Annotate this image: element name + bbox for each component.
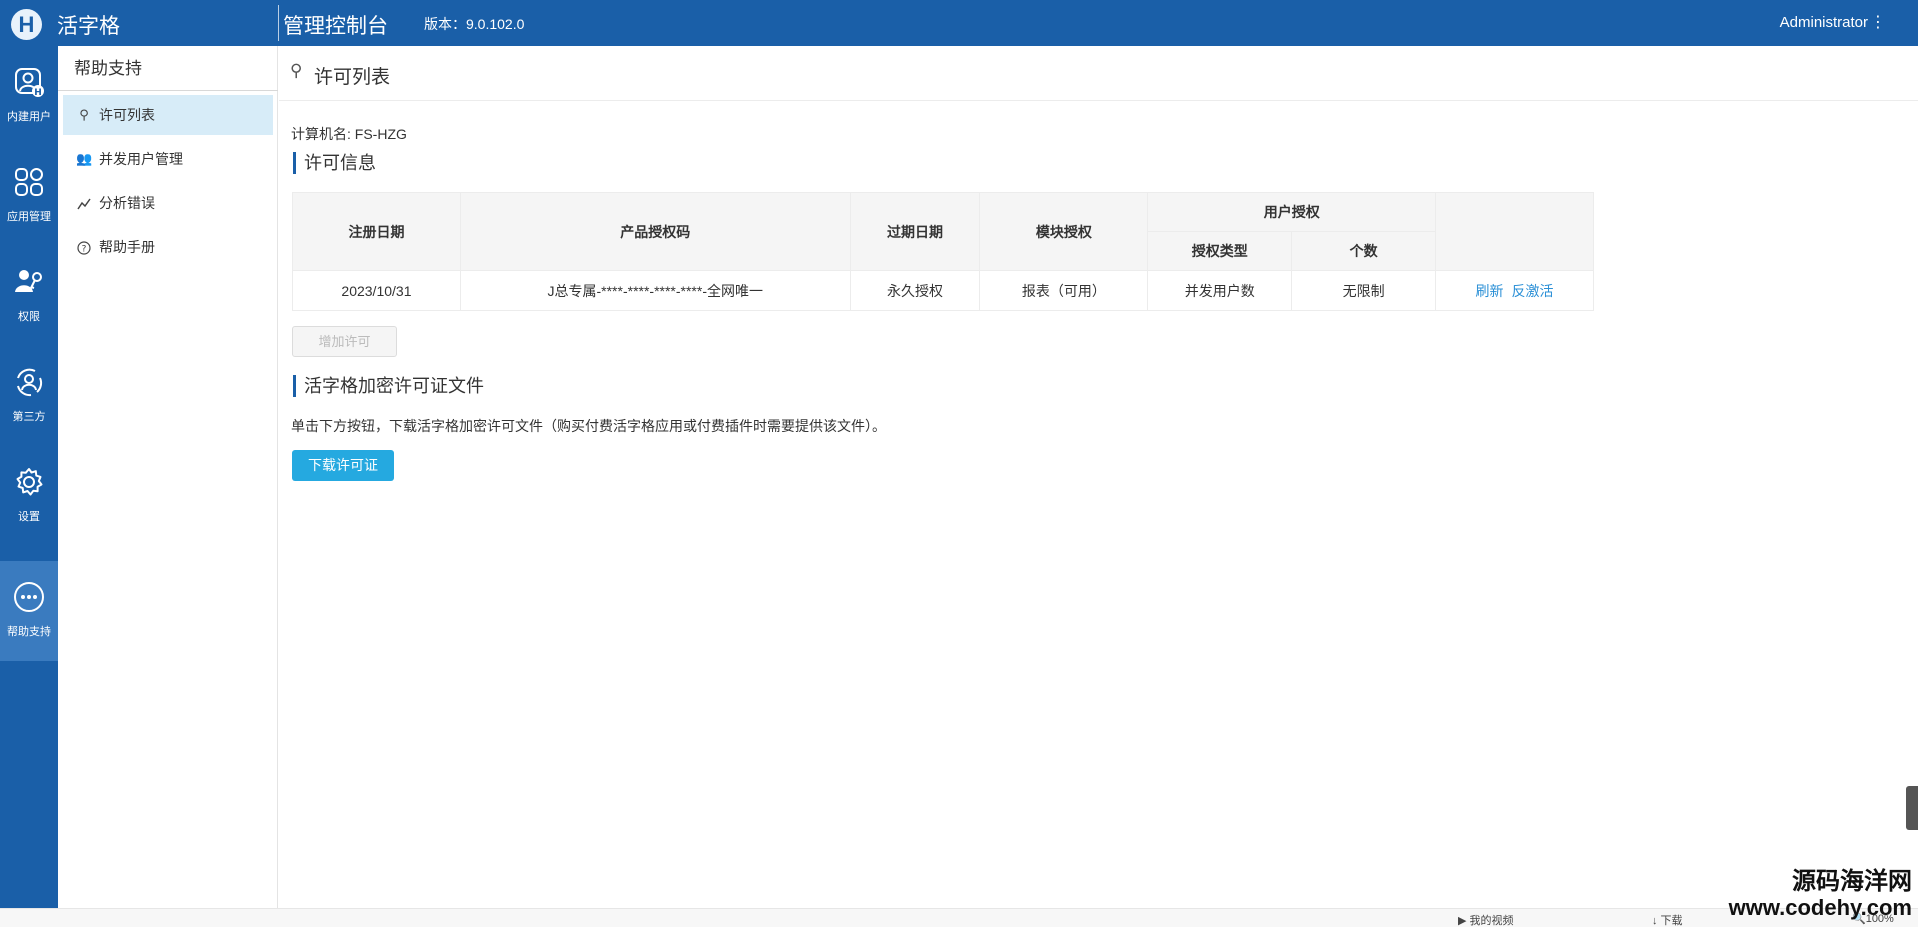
col-header-auth-type: 授权类型	[1147, 231, 1293, 271]
primary-sidebar: H 内建用户 应用管理 权限 第三方 设置 帮助支持	[0, 46, 58, 908]
key-icon: ⚲	[290, 61, 303, 80]
key-icon: ⚲	[79, 107, 89, 122]
builtin-user-icon: H	[15, 68, 44, 98]
watermark: 源码海洋网 www.codehy.com	[1712, 869, 1912, 921]
cell-expire-date: 永久授权	[849, 270, 981, 311]
kebab-menu-icon[interactable]: ⋮	[1870, 12, 1886, 32]
cell-product-code: J总专属-****-****-****-****-全网唯一	[459, 270, 851, 311]
secondary-sidebar: 帮助支持 ⚲ 许可列表 👥 并发用户管理 分析错误 ? 帮助手册	[58, 46, 278, 908]
chart-line-icon	[76, 183, 92, 223]
file-description: 单击下方按钮，下载活字格加密许可文件（购买付费活字格应用或付费插件时需要提供该文…	[291, 418, 886, 434]
app-logo-icon: H	[11, 9, 42, 40]
nav-label: 应用管理	[7, 211, 51, 223]
deactivate-link[interactable]: 反激活	[1512, 283, 1554, 299]
table-row: 2023/10/31 J总专属-****-****-****-****-全网唯一…	[292, 270, 1594, 311]
col-header-actions	[1435, 192, 1594, 271]
watermark-line2: www.codehy.com	[1728, 895, 1912, 920]
machine-name: 计算机名: FS-HZG	[291, 126, 407, 142]
users-icon: 👥	[76, 151, 93, 166]
subnav-label: 并发用户管理	[99, 151, 183, 167]
nav-item-app-management[interactable]: 应用管理	[0, 146, 58, 246]
top-bar: H 活字格 管理控制台 版本：9.0.102.0 Administrator ⋮	[0, 0, 1918, 46]
subnav-item-concurrent-users[interactable]: 👥 并发用户管理	[63, 139, 273, 179]
nav-label: 权限	[18, 311, 40, 323]
cell-auth-type: 并发用户数	[1147, 270, 1293, 311]
col-header-user-auth: 用户授权	[1147, 192, 1437, 232]
browser-status-bar: ▶ 我的视频 ↓ 下载 🔍100%	[0, 908, 1918, 927]
console-title: 管理控制台	[283, 15, 388, 38]
gear-icon	[16, 468, 43, 496]
nav-item-permissions[interactable]: 权限	[0, 246, 58, 346]
nav-label: 第三方	[12, 411, 46, 423]
app-name: 活字格	[57, 15, 120, 38]
subnav-label: 帮助手册	[99, 239, 155, 255]
download-status-button[interactable]: ↓ 下载	[1652, 912, 1683, 927]
nav-label: 内建用户	[7, 111, 51, 123]
svg-text:?: ?	[82, 244, 87, 254]
nav-item-settings[interactable]: 设置	[0, 446, 58, 546]
col-header-product-code: 产品授权码	[459, 192, 851, 271]
user-menu-button[interactable]: Administrator	[1780, 14, 1868, 31]
subnav-item-license-list[interactable]: ⚲ 许可列表	[63, 95, 273, 135]
col-header-expire-date: 过期日期	[849, 192, 981, 271]
add-license-button[interactable]: 增加许可	[292, 326, 397, 357]
help-circle-icon: ?	[76, 227, 92, 267]
subnav-title: 帮助支持	[58, 46, 278, 91]
nav-item-third-party[interactable]: 第三方	[0, 346, 58, 446]
nav-label: 设置	[18, 511, 40, 523]
permission-key-icon	[15, 270, 42, 292]
third-party-icon	[17, 368, 43, 397]
col-header-module: 模块授权	[979, 192, 1149, 271]
page-header: ⚲ 许可列表	[279, 46, 1918, 101]
section-title-license-file: 活字格加密许可证文件	[293, 375, 484, 397]
section-title-license-info: 许可信息	[293, 152, 376, 174]
subnav-item-analyze-errors[interactable]: 分析错误	[63, 183, 273, 223]
col-header-count: 个数	[1291, 231, 1437, 271]
col-header-reg-date: 注册日期	[292, 192, 461, 271]
nav-item-builtin-users[interactable]: H 内建用户	[0, 46, 58, 146]
main-content: ⚲ 许可列表 计算机名: FS-HZG 许可信息 注册日期 产品授权码 过期日期…	[279, 46, 1918, 908]
svg-text:H: H	[34, 88, 42, 98]
subnav-item-help-manual[interactable]: ? 帮助手册	[63, 227, 273, 267]
refresh-link[interactable]: 刷新	[1476, 283, 1504, 299]
cell-actions: 刷新 反激活	[1435, 270, 1594, 311]
cell-module: 报表（可用）	[979, 270, 1149, 311]
subnav-label: 许可列表	[99, 107, 155, 123]
more-dots-icon	[14, 582, 44, 612]
watermark-line1: 源码海洋网	[1792, 868, 1912, 895]
license-table: 注册日期 产品授权码 过期日期 模块授权 用户授权 授权类型 个数 2023/1…	[292, 192, 1594, 311]
app-grid-icon	[15, 168, 43, 196]
nav-item-help-support[interactable]: 帮助支持	[0, 561, 58, 661]
cell-count: 无限制	[1291, 270, 1437, 311]
cell-reg-date: 2023/10/31	[292, 270, 461, 311]
version-label: 版本：9.0.102.0	[424, 16, 525, 32]
subnav-label: 分析错误	[99, 195, 155, 211]
title-divider	[278, 5, 279, 41]
my-videos-button[interactable]: ▶ 我的视频	[1458, 912, 1514, 927]
download-license-button[interactable]: 下载许可证	[292, 450, 394, 481]
nav-label: 帮助支持	[7, 626, 51, 638]
page-title: 许可列表	[314, 67, 391, 88]
side-scroll-handle[interactable]	[1906, 786, 1918, 830]
